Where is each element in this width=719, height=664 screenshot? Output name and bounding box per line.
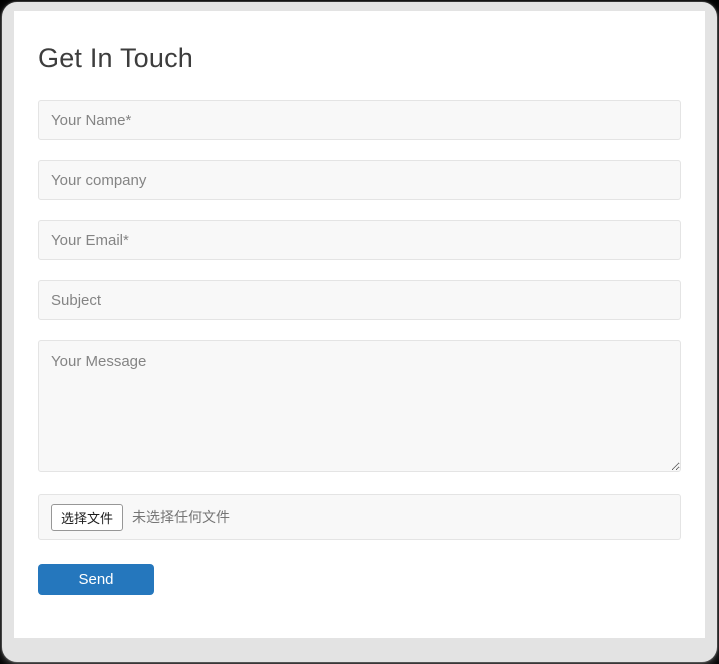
page-title: Get In Touch bbox=[38, 43, 194, 73]
choose-file-button[interactable]: 选择文件 bbox=[51, 503, 124, 531]
browser-window: Get In Touch 选择文件 未选择任何文件 Send bbox=[2, 2, 717, 662]
message-field[interactable] bbox=[38, 340, 681, 472]
email-field[interactable] bbox=[38, 220, 681, 260]
contact-form: Get In Touch 选择文件 未选择任何文件 Send bbox=[14, 11, 705, 595]
company-field[interactable] bbox=[38, 160, 681, 200]
file-status-text: 未选择任何文件 bbox=[132, 509, 231, 525]
subject-field[interactable] bbox=[38, 280, 681, 320]
file-upload-field: 选择文件 未选择任何文件 bbox=[38, 494, 681, 540]
send-button[interactable]: Send bbox=[38, 564, 154, 595]
name-field[interactable] bbox=[38, 100, 681, 140]
page-content: Get In Touch 选择文件 未选择任何文件 Send bbox=[14, 11, 705, 638]
